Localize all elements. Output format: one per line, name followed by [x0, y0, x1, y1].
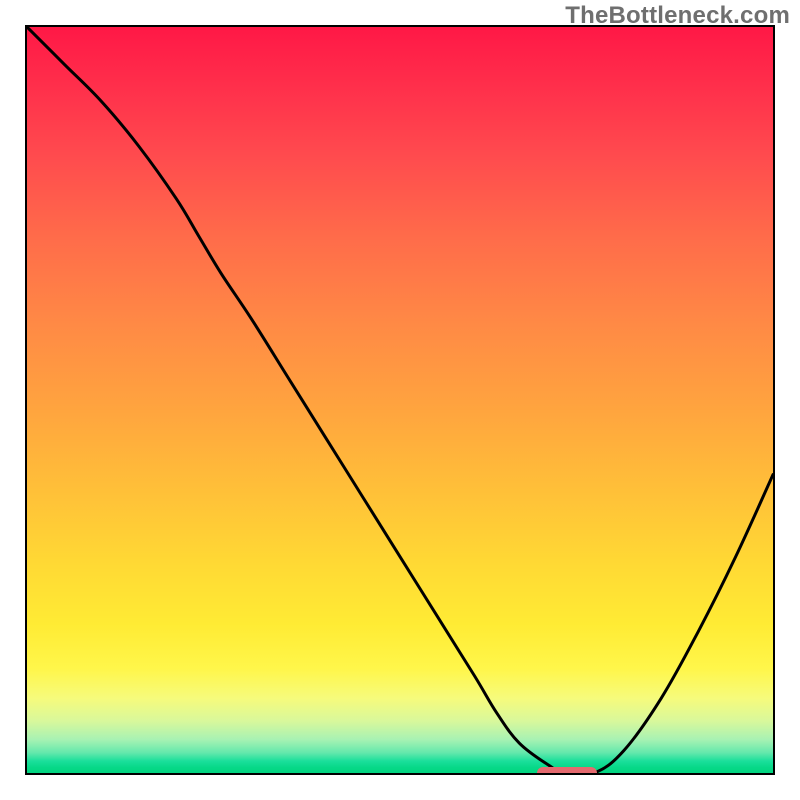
- optimal-range-marker: [537, 767, 597, 775]
- watermark-text: TheBottleneck.com: [565, 2, 790, 30]
- plot-area: [25, 25, 775, 775]
- bottleneck-curve: [27, 27, 773, 773]
- chart-stage: TheBottleneck.com: [0, 0, 800, 800]
